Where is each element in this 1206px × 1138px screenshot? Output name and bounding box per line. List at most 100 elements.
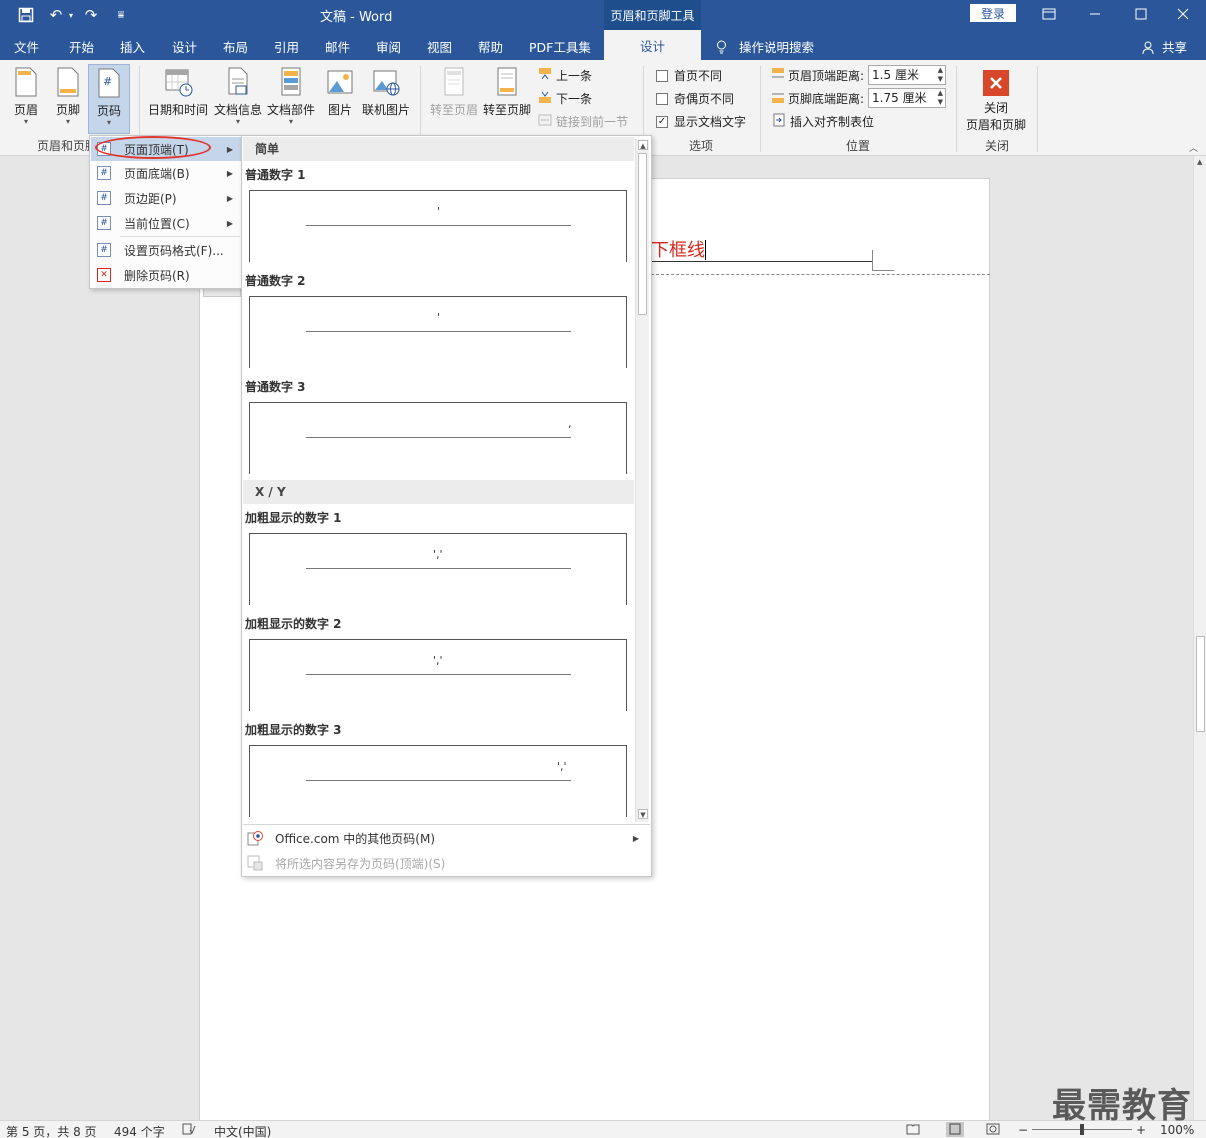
gallery-item-bold-number-1[interactable]: ',' (249, 533, 627, 605)
submenu-arrow-icon: ▶ (226, 218, 233, 228)
scroll-up-icon[interactable]: ▲ (638, 140, 648, 150)
scroll-up-icon[interactable]: ▲ (1197, 158, 1202, 166)
watermark-logo: 最需教育 (1052, 1086, 1192, 1126)
gallery-section-xy: X / Y (243, 480, 634, 504)
scroll-down-icon[interactable]: ▼ (638, 809, 648, 819)
spin-arrows-icon[interactable]: ▲ ▼ (938, 89, 943, 107)
gallery-item-label: 加粗显示的数字 1 (245, 511, 342, 525)
next-button[interactable]: 下一条 (538, 90, 592, 107)
tab-design[interactable]: 设计 (172, 37, 197, 56)
menu-separator (120, 236, 240, 237)
different-odd-even-checkbox[interactable]: 奇偶页不同 (656, 90, 734, 107)
login-button[interactable]: 登录 (970, 4, 1016, 22)
goto-header-button[interactable]: 转至页眉 (430, 66, 478, 118)
contextual-tools-title: 页眉和页脚工具 (604, 0, 701, 30)
tab-insert[interactable]: 插入 (120, 37, 145, 56)
tab-layout[interactable]: 布局 (223, 37, 248, 56)
language[interactable]: 中文(中国) (214, 1123, 271, 1138)
header-text[interactable]: 下框线 (651, 236, 705, 262)
minimize-icon[interactable] (1072, 0, 1118, 28)
tell-me-search[interactable]: 操作说明搜索 (716, 37, 814, 56)
insert-alignment-tab-button[interactable]: 插入对齐制表位 (773, 113, 874, 130)
customize-toolbar-icon[interactable]: ⩸ (110, 5, 132, 25)
tab-view[interactable]: 视图 (427, 37, 452, 56)
header-distance-value: 1.5 厘米 (872, 68, 919, 82)
tab-help[interactable]: 帮助 (478, 37, 503, 56)
menu-item-remove-page-numbers[interactable]: ✕ 删除页码(R) (91, 263, 241, 287)
checkmark-icon: ✓ (656, 115, 668, 128)
goto-footer-icon (493, 66, 521, 98)
gallery-item-plain-number-3[interactable]: , (249, 402, 627, 474)
calendar-clock-icon (164, 66, 193, 98)
collapse-ribbon-icon[interactable]: ︿ (1189, 141, 1198, 154)
quick-parts-button[interactable]: 文档部件 ▾ (267, 66, 315, 126)
page-number-icon: # (95, 67, 123, 99)
tab-mailings[interactable]: 邮件 (325, 37, 350, 56)
online-pictures-button[interactable]: 联机图片 (362, 66, 410, 118)
footer-distance-input[interactable]: 1.75 厘米 ▲ ▼ (868, 88, 947, 108)
save-selection-to-gallery[interactable]: 将所选内容另存为页码(顶端)(S) (247, 852, 647, 874)
menu-item-page-margins[interactable]: # 页边距(P) ▶ (91, 186, 241, 210)
gallery-item-plain-number-1[interactable]: ' (249, 190, 627, 262)
redo-icon[interactable]: ↷ (80, 5, 102, 25)
different-odd-even-label: 奇偶页不同 (674, 92, 735, 106)
header-line (306, 225, 571, 226)
previous-button[interactable]: 上一条 (538, 67, 592, 84)
tab-home[interactable]: 开始 (69, 37, 94, 56)
tab-references[interactable]: 引用 (274, 37, 299, 56)
date-time-label: 日期和时间 (148, 103, 209, 117)
gallery-item-plain-number-2[interactable]: ' (249, 296, 627, 368)
tab-pdf-tools[interactable]: PDF工具集 (529, 37, 591, 56)
quick-parts-label: 文档部件 (267, 103, 316, 117)
close-header-footer-button[interactable]: 关闭 页眉和页脚 (966, 70, 1026, 133)
header-button[interactable]: 页眉 ▾ (12, 66, 40, 126)
chevron-down-icon: ▾ (65, 117, 70, 126)
goto-footer-button[interactable]: 转至页脚 (483, 66, 531, 118)
ribbon-display-options-icon[interactable] (1026, 0, 1072, 28)
link-to-previous-button[interactable]: 链接到前一节 (538, 113, 628, 130)
menu-item-current-position[interactable]: # 当前位置(C) ▶ (91, 211, 241, 235)
show-document-text-checkbox[interactable]: ✓ 显示文档文字 (656, 113, 746, 130)
document-info-button[interactable]: 文档信息 ▾ (214, 66, 262, 126)
web-layout-icon[interactable] (986, 1123, 1000, 1138)
gallery-scroll-thumb[interactable] (638, 153, 647, 315)
close-label-line1: 关闭 (984, 101, 1009, 115)
save-icon[interactable] (15, 5, 37, 25)
read-mode-icon[interactable] (906, 1123, 920, 1138)
tab-header-footer-design[interactable]: 设计 (604, 30, 701, 60)
header-distance-input[interactable]: 1.5 厘米 ▲ ▼ (868, 65, 947, 85)
gallery-scrollbar[interactable]: ▲ ▼ (635, 139, 649, 822)
footer-button[interactable]: 页脚 ▾ (54, 66, 82, 126)
menu-item-bottom-of-page[interactable]: # 页面底端(B) ▶ (91, 161, 241, 185)
gallery-item-bold-number-3[interactable]: ',' (249, 745, 627, 817)
status-bar: 第 5 页，共 8 页 494 个字 中文(中国) − + 100% (0, 1120, 1206, 1138)
group-label-header-footer: 页眉和页脚 (37, 139, 98, 153)
more-page-numbers-online[interactable]: Office.com 中的其他页码(M) ▶ (247, 827, 647, 849)
different-first-page-checkbox[interactable]: 首页不同 (656, 67, 722, 84)
spin-arrows-icon[interactable]: ▲ ▼ (938, 66, 943, 84)
undo-icon[interactable]: ↶ (45, 5, 67, 25)
pictures-button[interactable]: 图片 (326, 66, 354, 118)
tab-review[interactable]: 审阅 (376, 37, 401, 56)
gallery-item-bold-number-2[interactable]: ',' (249, 639, 627, 711)
proofing-icon[interactable] (182, 1123, 196, 1138)
footer-distance-value: 1.75 厘米 (872, 91, 927, 105)
undo-dropdown-icon[interactable]: ▾ (66, 5, 76, 25)
share-button[interactable]: 共享 (1142, 37, 1187, 56)
remove-page-number-icon: ✕ (97, 268, 111, 282)
svg-text:#: # (103, 75, 112, 88)
print-layout-icon[interactable] (946, 1122, 964, 1137)
date-time-button[interactable]: 日期和时间 (148, 66, 208, 118)
vertical-scrollbar[interactable]: ▲ (1193, 156, 1206, 1120)
tab-file[interactable]: 文件 (14, 37, 39, 56)
menu-item-format-page-numbers[interactable]: # 设置页码格式(F)... (91, 238, 241, 262)
zoom-out-icon[interactable]: − (1018, 1123, 1028, 1137)
page-number-button[interactable]: # 页码 ▾ (88, 64, 130, 134)
word-count[interactable]: 494 个字 (114, 1123, 165, 1138)
scroll-thumb[interactable] (1196, 636, 1205, 732)
maximize-icon[interactable] (1118, 0, 1164, 28)
page-count[interactable]: 第 5 页，共 8 页 (6, 1123, 97, 1138)
close-window-icon[interactable] (1160, 0, 1206, 28)
different-first-page-label: 首页不同 (674, 69, 723, 83)
footer-label: 页脚 (55, 103, 80, 117)
